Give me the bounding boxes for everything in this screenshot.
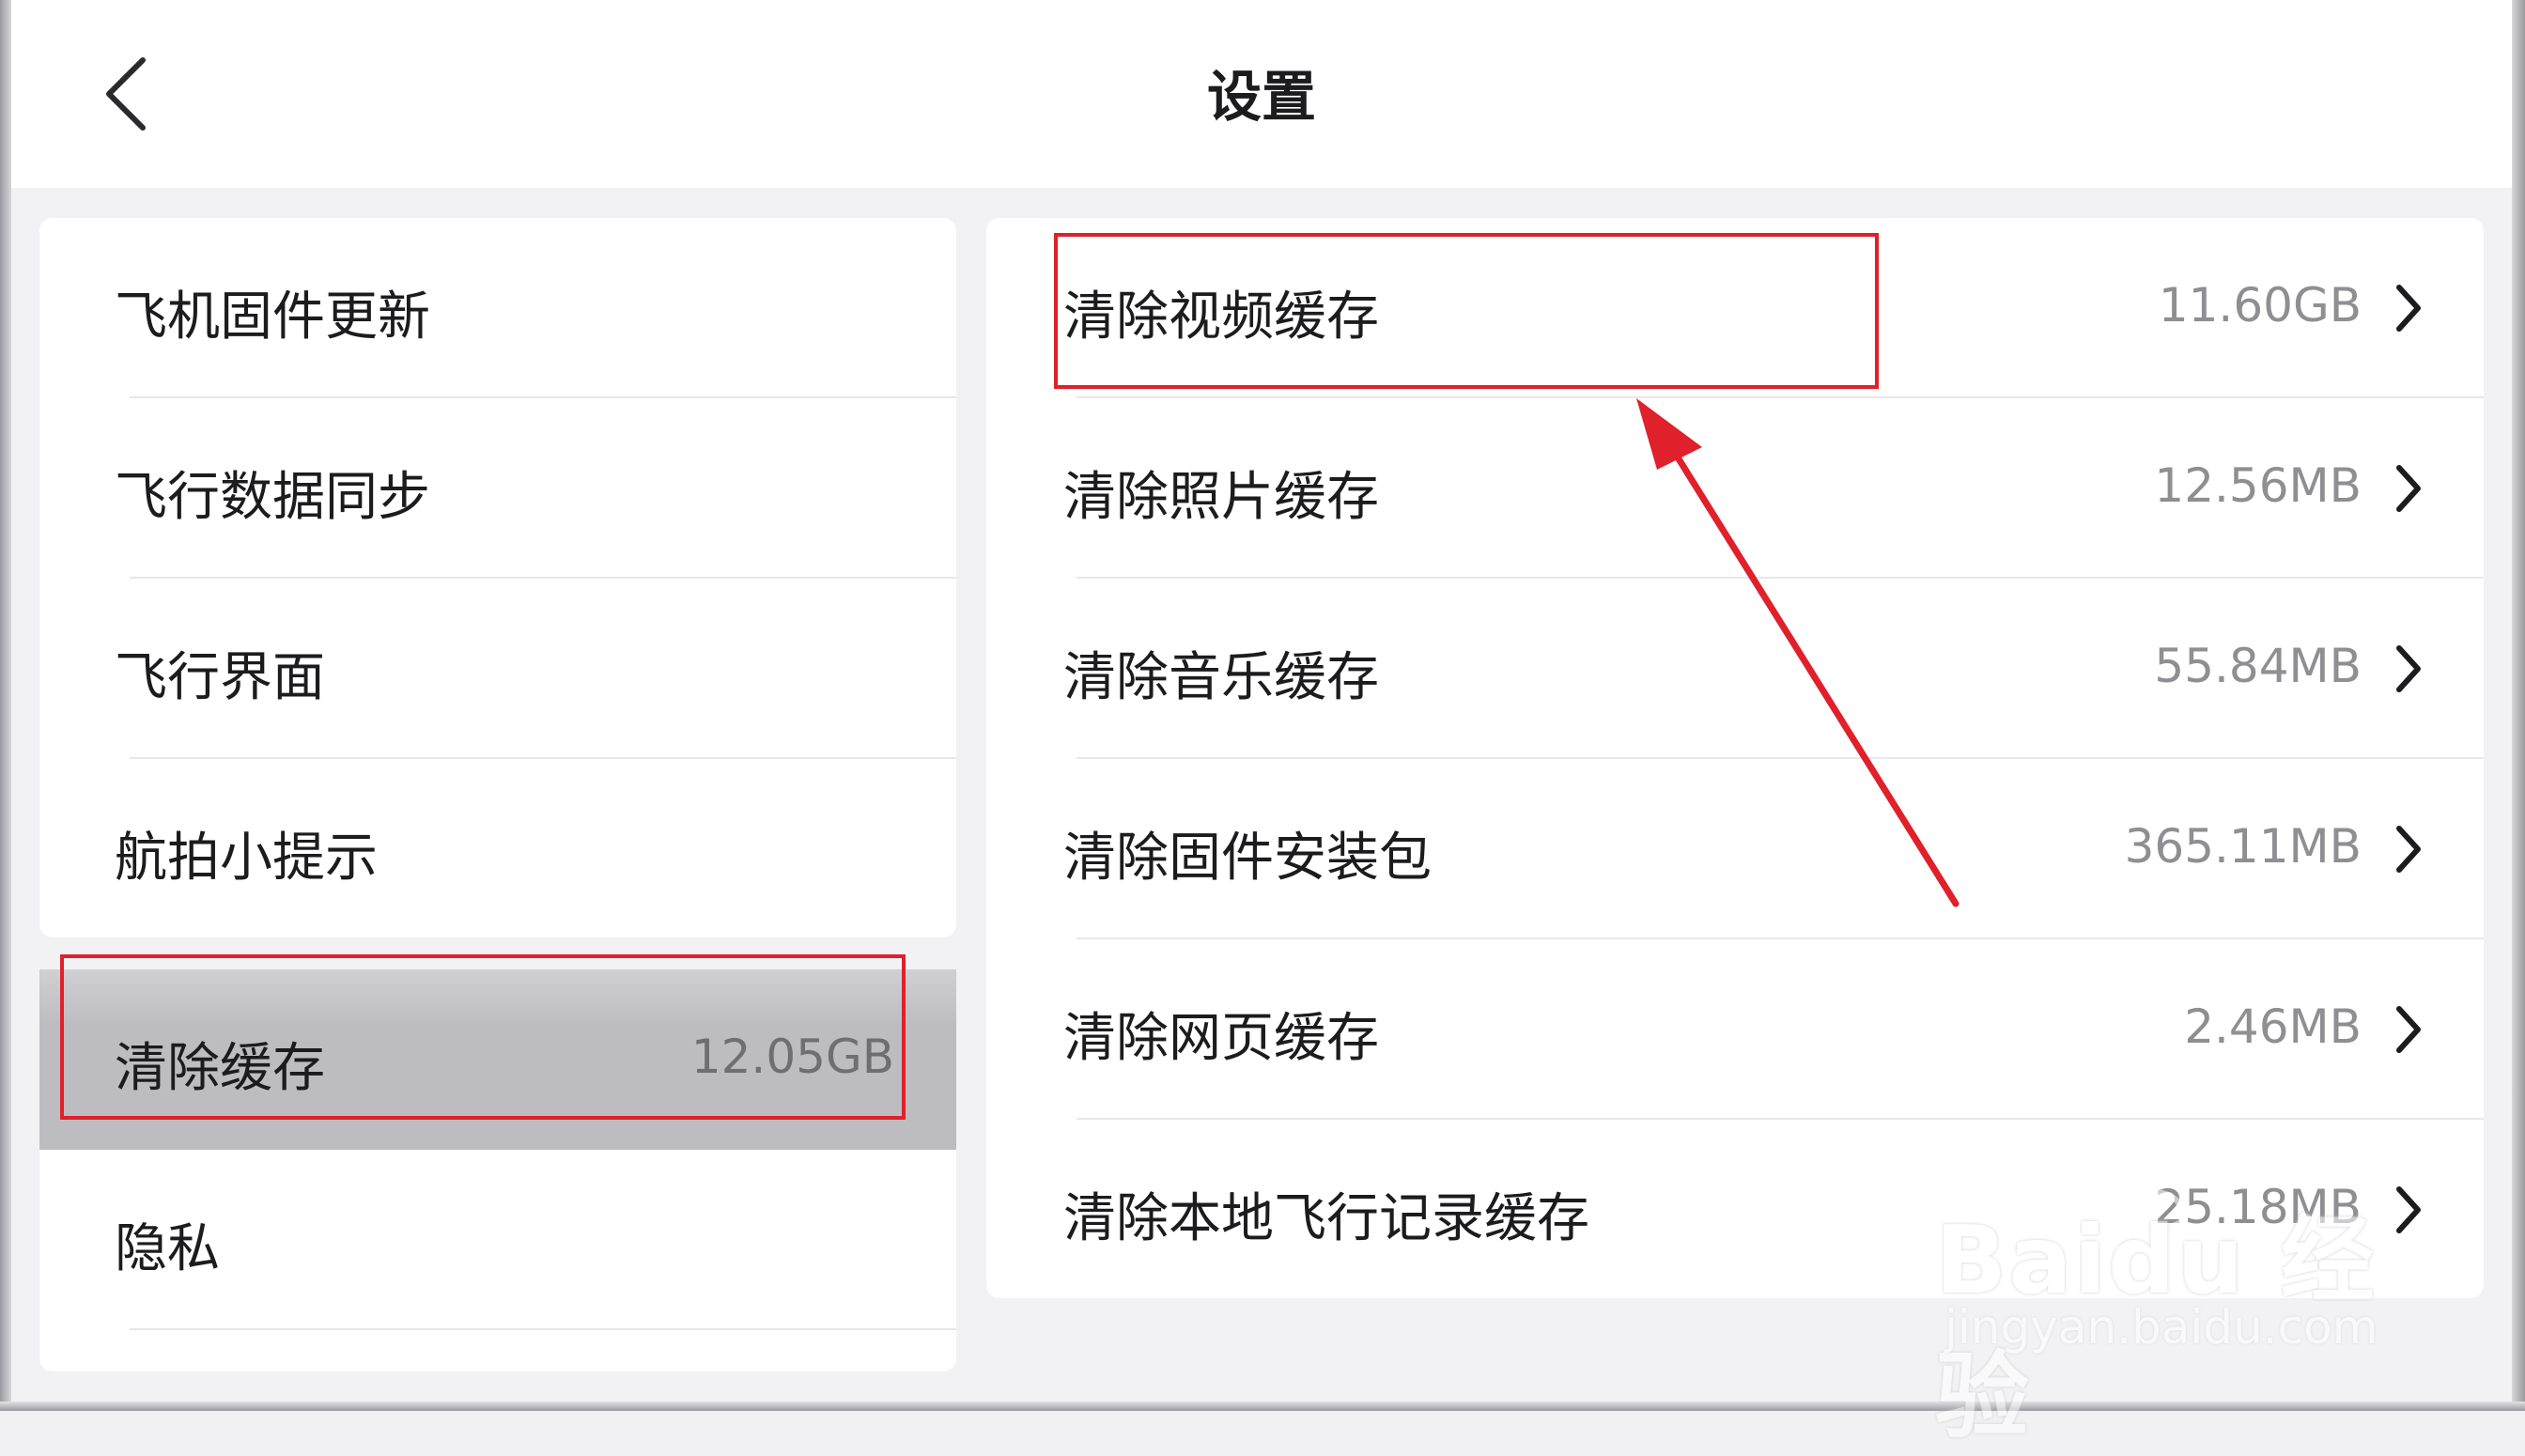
menu-item-label: 飞机固件更新 xyxy=(115,287,430,348)
annotation-highlight-video-cache xyxy=(1054,233,1879,389)
settings-screen: 设置 飞机固件更新 飞行数据同步 飞行界面 航拍小提示 隐私 清除缓存 12.0… xyxy=(0,0,2525,1451)
menu-item-label: 飞行界面 xyxy=(115,647,325,708)
menu-item-aerial-tips[interactable]: 航拍小提示 xyxy=(39,759,956,937)
chevron-right-icon xyxy=(2396,826,2421,873)
device-bezel-left xyxy=(0,0,11,1411)
header-bar: 设置 xyxy=(11,0,2512,188)
menu-item-firmware-update[interactable]: 飞机固件更新 xyxy=(39,218,956,398)
row-value: 365.11MB xyxy=(2124,819,2362,874)
menu-item-label: 隐私 xyxy=(115,1218,220,1279)
row-label: 清除本地飞行记录缓存 xyxy=(1063,1188,1589,1249)
row-value: 55.84MB xyxy=(2154,639,2362,693)
menu-item-label: 飞行数据同步 xyxy=(115,467,430,528)
row-value: 2.46MB xyxy=(2184,999,2362,1054)
annotation-arrow-icon xyxy=(1636,398,1960,907)
row-label: 清除固件安装包 xyxy=(1063,828,1432,889)
device-bezel-right xyxy=(2512,0,2525,1411)
row-label: 清除网页缓存 xyxy=(1063,1008,1379,1069)
chevron-right-icon xyxy=(2396,1006,2421,1053)
chevron-right-icon xyxy=(2396,285,2421,332)
row-label: 清除音乐缓存 xyxy=(1063,647,1379,708)
menu-item-privacy[interactable]: 隐私 xyxy=(39,1150,956,1330)
chevron-right-icon xyxy=(2396,465,2421,512)
annotation-highlight-clear-cache xyxy=(60,954,906,1120)
menu-item-label: 航拍小提示 xyxy=(115,828,378,889)
row-label: 清除照片缓存 xyxy=(1063,467,1379,528)
row-value: 12.56MB xyxy=(2154,458,2362,513)
chevron-right-icon xyxy=(2396,645,2421,692)
baidu-watermark: Baidu 经验 jingyan.baidu.com xyxy=(1935,1127,2424,1451)
page-title: 设置 xyxy=(1206,65,1316,129)
watermark-url: jingyan.baidu.com xyxy=(1944,1300,2378,1355)
left-menu-group: 飞机固件更新 飞行数据同步 飞行界面 航拍小提示 xyxy=(39,218,956,937)
row-value: 11.60GB xyxy=(2158,278,2362,333)
row-clear-web-cache[interactable]: 清除网页缓存 2.46MB xyxy=(986,939,2484,1120)
divider xyxy=(130,1328,956,1330)
menu-item-flight-data-sync[interactable]: 飞行数据同步 xyxy=(39,398,956,579)
menu-item-flight-interface[interactable]: 飞行界面 xyxy=(39,579,956,759)
